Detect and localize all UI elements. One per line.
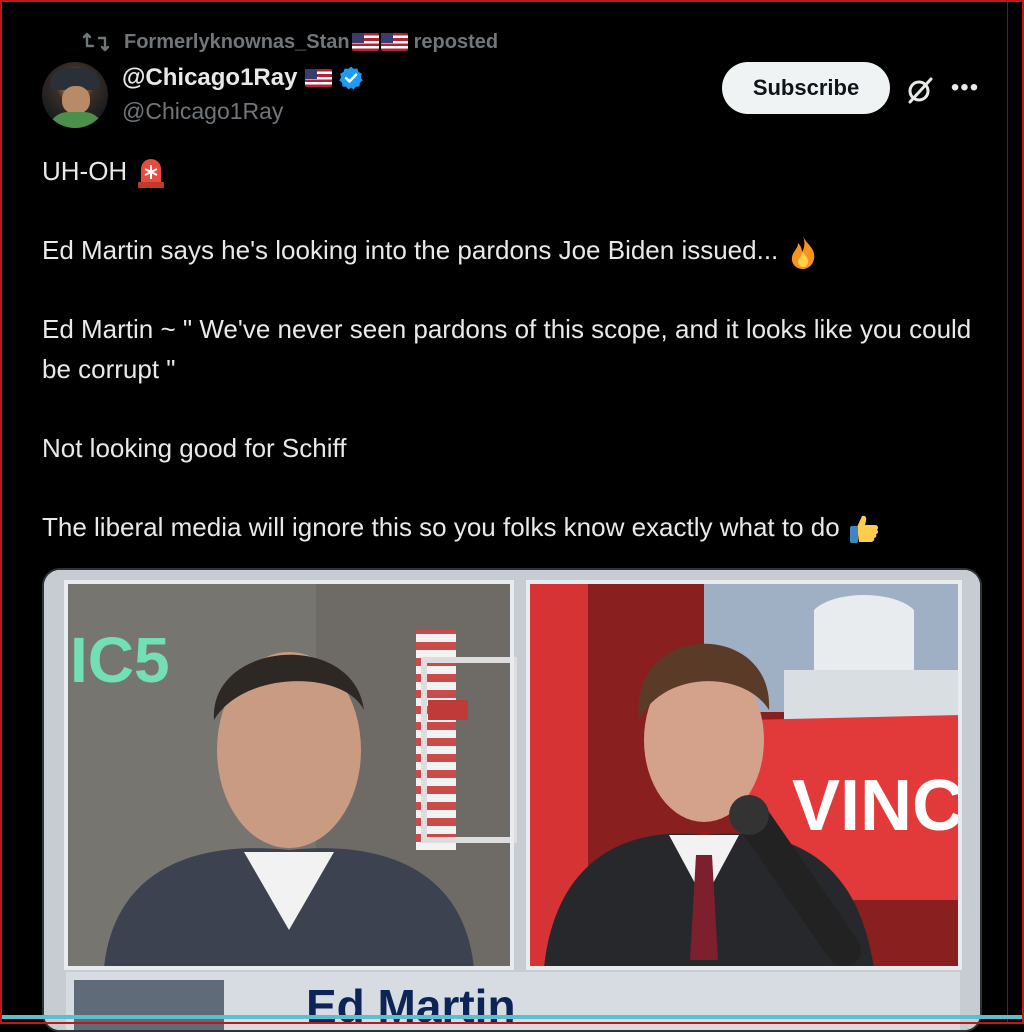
siren-emoji	[138, 159, 165, 189]
nameplate-text: Ed Martin	[306, 980, 516, 1030]
grok-icon[interactable]	[904, 74, 936, 106]
us-flag-icon	[380, 33, 408, 51]
repost-action-text: reposted	[413, 30, 499, 53]
post-line-text: Ed Martin ~ " We've never seen pardons o…	[42, 314, 972, 385]
post-body: UH-OH Ed Martin says he's looking into t…	[42, 151, 992, 547]
post-line: UH-OH	[42, 151, 992, 191]
avatar[interactable]	[42, 62, 108, 128]
right-bg-text: VINC	[792, 766, 964, 846]
repost-user[interactable]: Formerlyknownas_Stan	[124, 31, 350, 54]
thumbs-up-emoji	[849, 515, 879, 544]
post-line-text: Ed Martin says he's looking into the par…	[42, 235, 779, 265]
column-divider	[1007, 0, 1008, 1024]
video-thumbnail: IC5 VINC Ed Martin	[44, 570, 980, 1030]
fire-emoji	[791, 236, 814, 270]
post-line: The liberal media will ignore this so yo…	[42, 507, 992, 547]
subscribe-button[interactable]: Subscribe	[722, 62, 890, 114]
left-bg-text: IC5	[70, 624, 170, 696]
post-line: Not looking good for Schiff	[42, 428, 992, 468]
post-line-text: UH-OH	[42, 156, 128, 186]
video-media[interactable]: IC5 VINC Ed Martin	[42, 568, 982, 1032]
verified-badge-icon	[339, 66, 364, 90]
author-handle[interactable]: @Chicago1Ray	[122, 98, 283, 125]
author-name-text[interactable]: @Chicago1Ray	[122, 64, 297, 92]
us-flag-icon	[351, 33, 379, 51]
more-icon[interactable]: •••	[950, 74, 980, 102]
post-line-text: Not looking good for Schiff	[42, 433, 347, 464]
repost-context[interactable]: Formerlyknownas_Stan reposted	[82, 28, 498, 56]
author-display-name[interactable]: @Chicago1Ray	[122, 64, 364, 92]
post-line: Ed Martin ~ " We've never seen pardons o…	[42, 309, 992, 389]
us-flag-icon	[305, 69, 333, 87]
post-line-text: The liberal media will ignore this so yo…	[42, 512, 840, 543]
scroll-indicator-line	[0, 1015, 1024, 1019]
post-line: Ed Martin says he's looking into the par…	[42, 230, 992, 270]
repost-icon	[82, 32, 110, 52]
